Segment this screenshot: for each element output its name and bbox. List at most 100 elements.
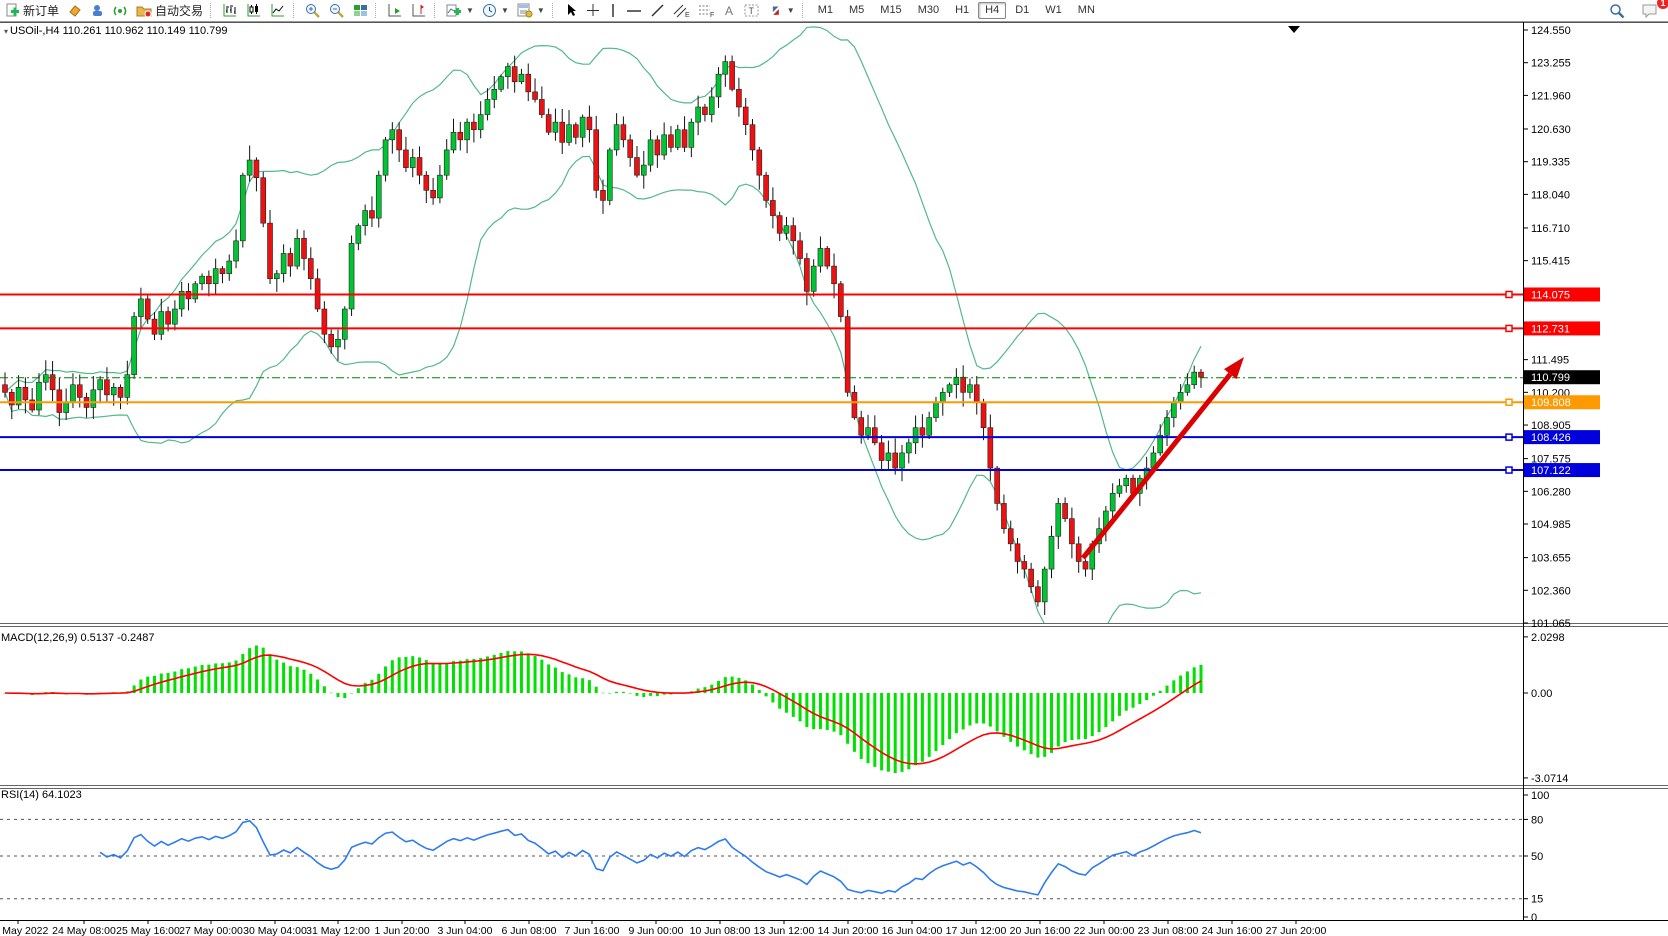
new-order-button[interactable]: 新订单 <box>1 1 63 20</box>
line-chart-icon <box>270 3 286 18</box>
equidistant-channel-icon: E <box>673 3 690 18</box>
text-label-button[interactable]: T <box>740 1 764 20</box>
scroll-group <box>382 0 432 21</box>
rsi-tick-label: 0 <box>1531 912 1537 924</box>
rsi-indicator-label: RSI(14) 64.1023 <box>1 789 82 801</box>
horizontal-line-button[interactable] <box>622 1 646 20</box>
price-chart[interactable]: 124.550123.255121.960120.630119.335118.0… <box>0 22 1668 936</box>
time-tick-label: 7 Jun 16:00 <box>565 925 620 936</box>
price-tick-label: 102.360 <box>1531 585 1571 597</box>
macd-tick-label: 0.00 <box>1531 688 1552 700</box>
candlestick-chart-button[interactable] <box>242 1 266 20</box>
chart-title: ▾USOil-,H4 110.261 110.962 110.149 110.7… <box>4 25 228 37</box>
time-tick-label: 27 May 00:00 <box>179 925 243 936</box>
timeframe-m30-button[interactable]: M30 <box>911 2 946 19</box>
line-chart-button[interactable] <box>266 1 290 20</box>
expert-advisor-icon <box>90 3 105 18</box>
dropdown-arrow-icon: ▼ <box>787 6 795 15</box>
macd-tick-label: -3.0714 <box>1531 773 1568 785</box>
new-order-label: 新订单 <box>23 2 59 19</box>
price-tick-label: 121.960 <box>1531 90 1571 102</box>
fibonacci-button[interactable]: F <box>694 1 719 20</box>
main-toolbar: 新订单 自动交易 <box>0 0 1668 22</box>
zoom-out-button[interactable] <box>325 1 349 20</box>
clock-icon <box>482 3 497 18</box>
rsi-tick-label: 50 <box>1531 851 1543 863</box>
toolbar-right: 1 <box>1605 1 1668 20</box>
cursor-button[interactable] <box>560 1 582 20</box>
cursor-icon <box>564 3 578 18</box>
signals-button[interactable] <box>109 1 132 20</box>
trendline-button[interactable] <box>646 1 669 20</box>
price-tick-label: 123.255 <box>1531 58 1571 70</box>
search-button[interactable] <box>1605 1 1629 20</box>
arrows-button[interactable]: ▼ <box>764 1 799 20</box>
signal-icon <box>113 3 128 18</box>
horizontal-line-icon <box>626 3 642 18</box>
price-tick-label: 119.335 <box>1531 157 1570 169</box>
timeframe-m15-button[interactable]: M15 <box>873 2 908 19</box>
crosshair-button[interactable] <box>582 1 604 20</box>
templates-button[interactable]: ▼ <box>513 1 549 20</box>
text-button[interactable]: A <box>719 1 740 20</box>
auto-scroll-button[interactable] <box>383 1 407 20</box>
macd-indicator-label: MACD(12,26,9) 0.5137 -0.2487 <box>1 632 154 644</box>
time-tick-label: 16 Jun 04:00 <box>882 925 943 936</box>
time-tick-label: 31 May 12:00 <box>306 925 370 936</box>
notifications-button[interactable]: 1 <box>1637 1 1662 20</box>
zoom-in-button[interactable] <box>301 1 325 20</box>
chat-bubble-icon <box>1641 3 1658 19</box>
expert-advisors-button[interactable] <box>86 1 109 20</box>
price-tick-label: 118.040 <box>1531 189 1570 201</box>
auto-trading-icon <box>136 3 152 18</box>
notification-badge: 1 <box>1657 0 1668 9</box>
time-tick-label: 10 Jun 08:00 <box>690 925 751 936</box>
trade-group: 新订单 自动交易 <box>0 0 208 21</box>
time-tick-label: 13 Jun 12:00 <box>754 925 815 936</box>
eraser-button[interactable] <box>63 1 86 20</box>
indicators-button[interactable]: ▼ <box>442 1 478 20</box>
periods-button[interactable]: ▼ <box>478 1 513 20</box>
bar-chart-button[interactable] <box>218 1 242 20</box>
price-level-label: 114.075 <box>1531 289 1570 301</box>
auto-trading-button[interactable]: 自动交易 <box>132 1 207 20</box>
candlestick-icon <box>246 3 262 18</box>
chart-shift-button[interactable] <box>407 1 431 20</box>
timeframe-h4-button[interactable]: H4 <box>978 2 1006 19</box>
toolbar-separator <box>802 3 807 18</box>
collapse-arrow-icon: ▾ <box>4 27 8 36</box>
time-tick-label: 9 Jun 00:00 <box>629 925 684 936</box>
vertical-line-icon <box>608 3 618 18</box>
svg-text:A: A <box>725 4 733 18</box>
time-tick-label: 27 Jun 20:00 <box>1266 925 1327 936</box>
time-tick-label: 30 May 04:00 <box>243 925 307 936</box>
zoom-out-icon <box>329 3 345 18</box>
chart-shift-icon <box>411 3 427 18</box>
time-tick-label: 24 Jun 16:00 <box>1202 925 1263 936</box>
price-tick-label: 120.630 <box>1531 124 1571 136</box>
timeframe-w1-button[interactable]: W1 <box>1038 2 1069 19</box>
eraser-icon <box>67 3 82 18</box>
timeframe-m5-button[interactable]: M5 <box>842 2 871 19</box>
timeframe-m1-button[interactable]: M1 <box>811 2 840 19</box>
dropdown-arrow-icon: ▼ <box>466 6 474 15</box>
search-icon <box>1609 3 1625 19</box>
toolbar-separator <box>293 3 298 18</box>
vertical-line-button[interactable] <box>604 1 622 20</box>
timeframe-d1-button[interactable]: D1 <box>1008 2 1036 19</box>
templates-icon <box>517 3 533 18</box>
time-tick-label: 23 May 2022 <box>0 925 49 936</box>
timeframe-mn-button[interactable]: MN <box>1071 2 1102 19</box>
chart-background <box>0 22 1668 936</box>
tile-windows-button[interactable] <box>349 1 372 20</box>
chart-type-group <box>217 0 291 21</box>
timeframe-h1-button[interactable]: H1 <box>948 2 976 19</box>
time-tick-label: 25 May 16:00 <box>116 925 180 936</box>
zoom-group <box>300 0 373 21</box>
equidistant-channel-button[interactable]: E <box>669 1 694 20</box>
price-tick-label: 104.985 <box>1531 519 1571 531</box>
price-tick-label: 101.065 <box>1531 618 1571 630</box>
dropdown-arrow-icon: ▼ <box>501 6 509 15</box>
toolbar-separator <box>375 3 380 18</box>
price-tick-label: 106.280 <box>1531 486 1571 498</box>
